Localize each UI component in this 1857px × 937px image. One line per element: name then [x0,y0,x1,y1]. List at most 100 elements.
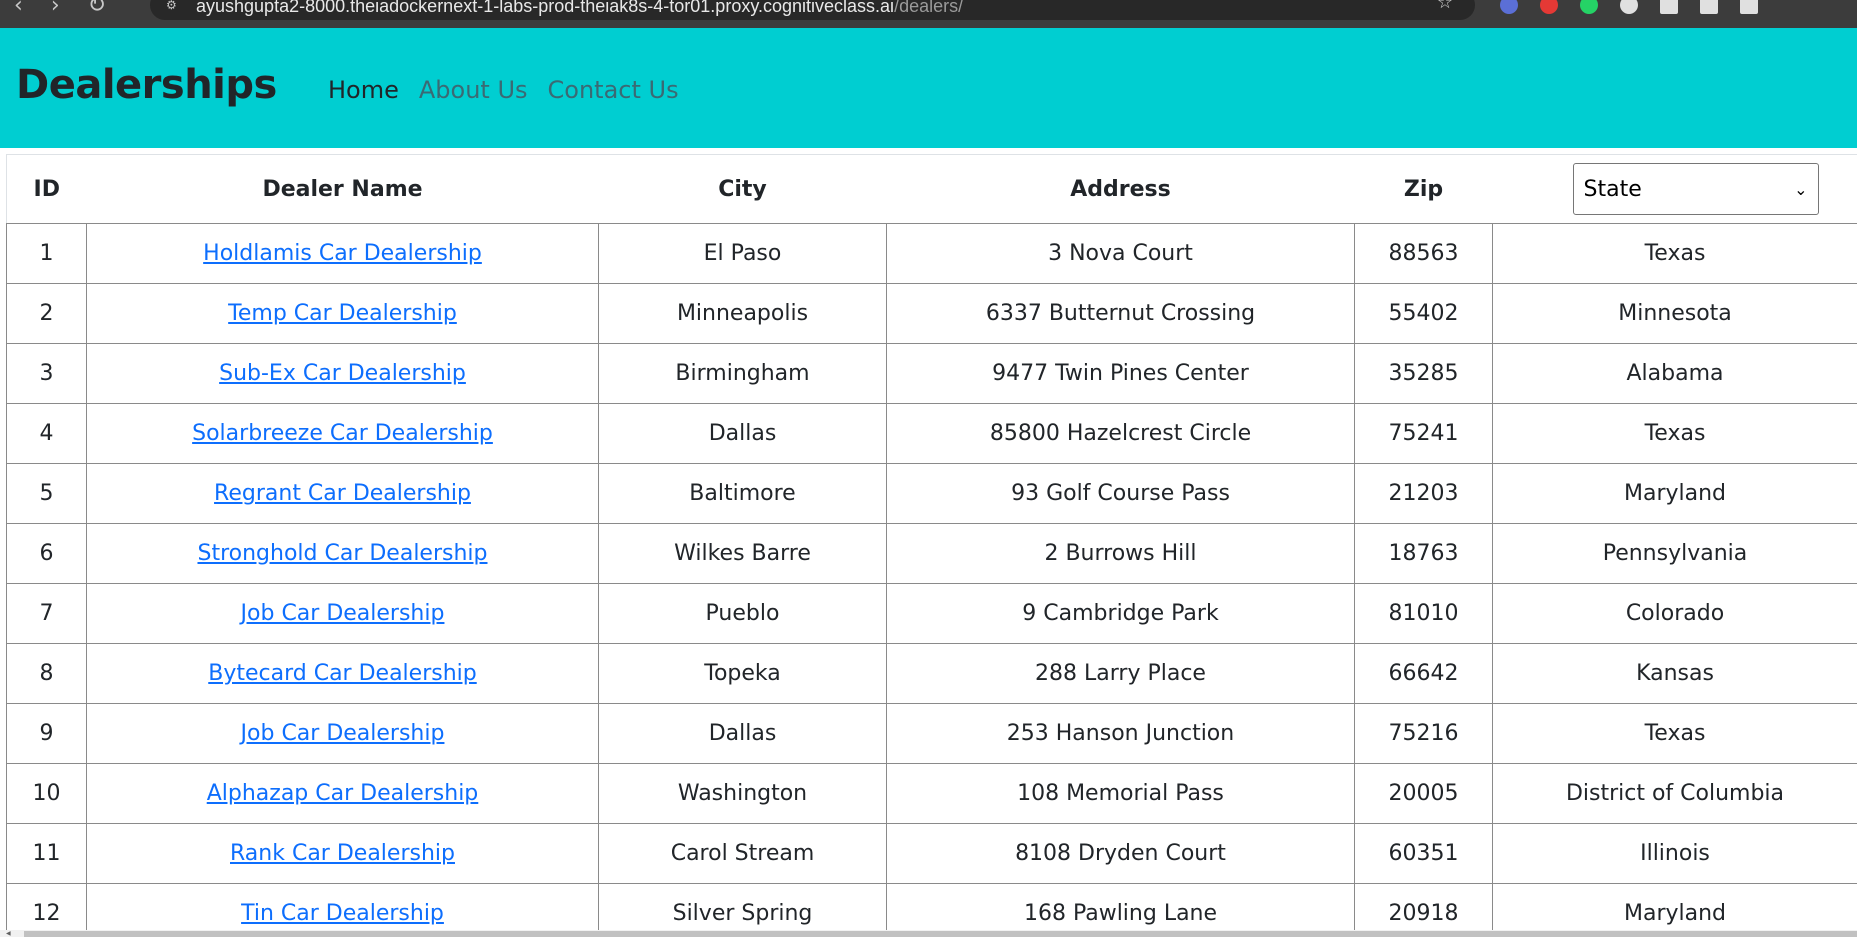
extension-icon[interactable] [1540,0,1558,14]
cell-zip: 21203 [1354,463,1493,524]
dealer-link[interactable]: Bytecard Car Dealership [208,661,476,686]
table-row: 4 Solarbreeze Car Dealership Dallas 85800 H… [6,403,1857,464]
cell-zip: 55402 [1354,283,1493,344]
cell-state: Colorado [1492,583,1857,644]
header-dealer-name: Dealer Name [86,155,599,224]
dealer-link[interactable]: Temp Car Dealership [228,301,457,326]
bookmark-star-icon[interactable]: ☆ [1437,0,1453,13]
cell-zip: 88563 [1354,223,1493,284]
cell-zip: 20918 [1354,883,1493,931]
cell-id: 10 [6,763,87,824]
state-filter-select[interactable]: State ⌄ [1572,163,1819,215]
dealer-link[interactable]: Regrant Car Dealership [214,481,471,506]
dealer-link[interactable]: Rank Car Dealership [230,841,455,866]
cell-id: 6 [6,523,87,584]
site-navbar: Dealerships Home About Us Contact Us [0,28,1857,148]
cell-city: Pueblo [598,583,887,644]
nav-about-link[interactable]: About Us [419,76,528,104]
header-zip: Zip [1354,155,1493,224]
site-info-icon[interactable]: ⚙ [166,0,180,12]
dealer-link[interactable]: Sub-Ex Car Dealership [219,361,466,386]
cell-state: Maryland [1492,463,1857,524]
table-body: 1 Holdlamis Car Dealership El Paso 3 Nova C… [6,223,1857,931]
url-path: /dealers/ [894,0,964,16]
cell-id: 3 [6,343,87,404]
cell-dealer-name: Rank Car Dealership [86,823,599,884]
dealer-link[interactable]: Alphazap Car Dealership [207,781,479,806]
brand-title[interactable]: Dealerships [16,62,277,108]
cell-address: 6337 Butternut Crossing [886,283,1355,344]
cell-state: Alabama [1492,343,1857,404]
dealer-link[interactable]: Job Car Dealership [241,721,445,746]
cell-dealer-name: Temp Car Dealership [86,283,599,344]
dealer-link[interactable]: Solarbreeze Car Dealership [192,421,493,446]
cell-zip: 18763 [1354,523,1493,584]
cell-address: 288 Larry Place [886,643,1355,704]
cell-city: Dallas [598,403,887,464]
reload-icon[interactable]: ↻ [88,0,106,18]
cell-dealer-name: Tin Car Dealership [86,883,599,931]
forward-icon[interactable]: › [51,0,60,18]
table-row: 3 Sub-Ex Car Dealership Birmingham 9477 Twi… [6,343,1857,404]
address-bar[interactable]: ⚙ ayushgupta2-8000.theiadockernext-1-lab… [150,0,1475,20]
cell-city: Dallas [598,703,887,764]
cell-city: Baltimore [598,463,887,524]
table-row: 1 Holdlamis Car Dealership El Paso 3 Nova C… [6,223,1857,284]
cell-id: 8 [6,643,87,704]
cell-dealer-name: Regrant Car Dealership [86,463,599,524]
cell-address: 253 Hanson Junction [886,703,1355,764]
scroll-left-icon[interactable]: ◀ [6,930,11,937]
cell-dealer-name: Solarbreeze Car Dealership [86,403,599,464]
nav-home-link[interactable]: Home [328,76,399,104]
whatsapp-icon[interactable] [1580,0,1598,14]
cell-state: Illinois [1492,823,1857,884]
cell-id: 1 [6,223,87,284]
cell-state: Texas [1492,703,1857,764]
dealers-table-container: ID Dealer Name City Address Zip State ⌄ … [6,154,1857,931]
extensions-area [1500,0,1758,14]
cell-state: District of Columbia [1492,763,1857,824]
extension-icon[interactable] [1620,0,1638,14]
horizontal-scrollbar[interactable]: ◀ [0,930,1857,937]
cell-address: 168 Pawling Lane [886,883,1355,931]
table-row: 2 Temp Car Dealership Minneapolis 6337 Butt… [6,283,1857,344]
cell-dealer-name: Bytecard Car Dealership [86,643,599,704]
extension-icon[interactable] [1660,0,1678,14]
back-icon[interactable]: ‹ [14,0,23,18]
cell-dealer-name: Job Car Dealership [86,583,599,644]
dealer-link[interactable]: Job Car Dealership [241,601,445,626]
scrollbar-thumb[interactable] [24,931,1857,937]
cell-address: 3 Nova Court [886,223,1355,284]
cell-zip: 35285 [1354,343,1493,404]
table-row: 9 Job Car Dealership Dallas 253 Hanson Junc… [6,703,1857,764]
extensions-puzzle-icon[interactable] [1700,0,1718,14]
cell-state: Minnesota [1492,283,1857,344]
header-id: ID [6,155,87,224]
nav-contact-link[interactable]: Contact Us [548,76,679,104]
cell-city: Topeka [598,643,887,704]
cell-state: Kansas [1492,643,1857,704]
dealer-link[interactable]: Stronghold Car Dealership [197,541,487,566]
cell-dealer-name: Alphazap Car Dealership [86,763,599,824]
cell-id: 9 [6,703,87,764]
extension-icon[interactable] [1500,0,1518,14]
cell-dealer-name: Holdlamis Car Dealership [86,223,599,284]
cell-id: 7 [6,583,87,644]
table-header-row: ID Dealer Name City Address Zip State ⌄ [6,155,1857,224]
url-host: ayushgupta2-8000.theiadockernext-1-labs-… [196,0,895,16]
cell-zip: 81010 [1354,583,1493,644]
cell-address: 108 Memorial Pass [886,763,1355,824]
cell-zip: 60351 [1354,823,1493,884]
cell-zip: 66642 [1354,643,1493,704]
table-row: 11 Rank Car Dealership Carol Stream 8108 Dr… [6,823,1857,884]
table-row: 7 Job Car Dealership Pueblo 9 Cambridge Par… [6,583,1857,644]
cell-id: 4 [6,403,87,464]
dealer-link[interactable]: Holdlamis Car Dealership [203,241,482,266]
dealer-link[interactable]: Tin Car Dealership [241,901,444,926]
cell-city: Birmingham [598,343,887,404]
sidepanel-icon[interactable] [1740,0,1758,14]
cell-city: Minneapolis [598,283,887,344]
table-row: 12 Tin Car Dealership Silver Spring 168 Paw… [6,883,1857,931]
cell-city: Carol Stream [598,823,887,884]
cell-city: Wilkes Barre [598,523,887,584]
